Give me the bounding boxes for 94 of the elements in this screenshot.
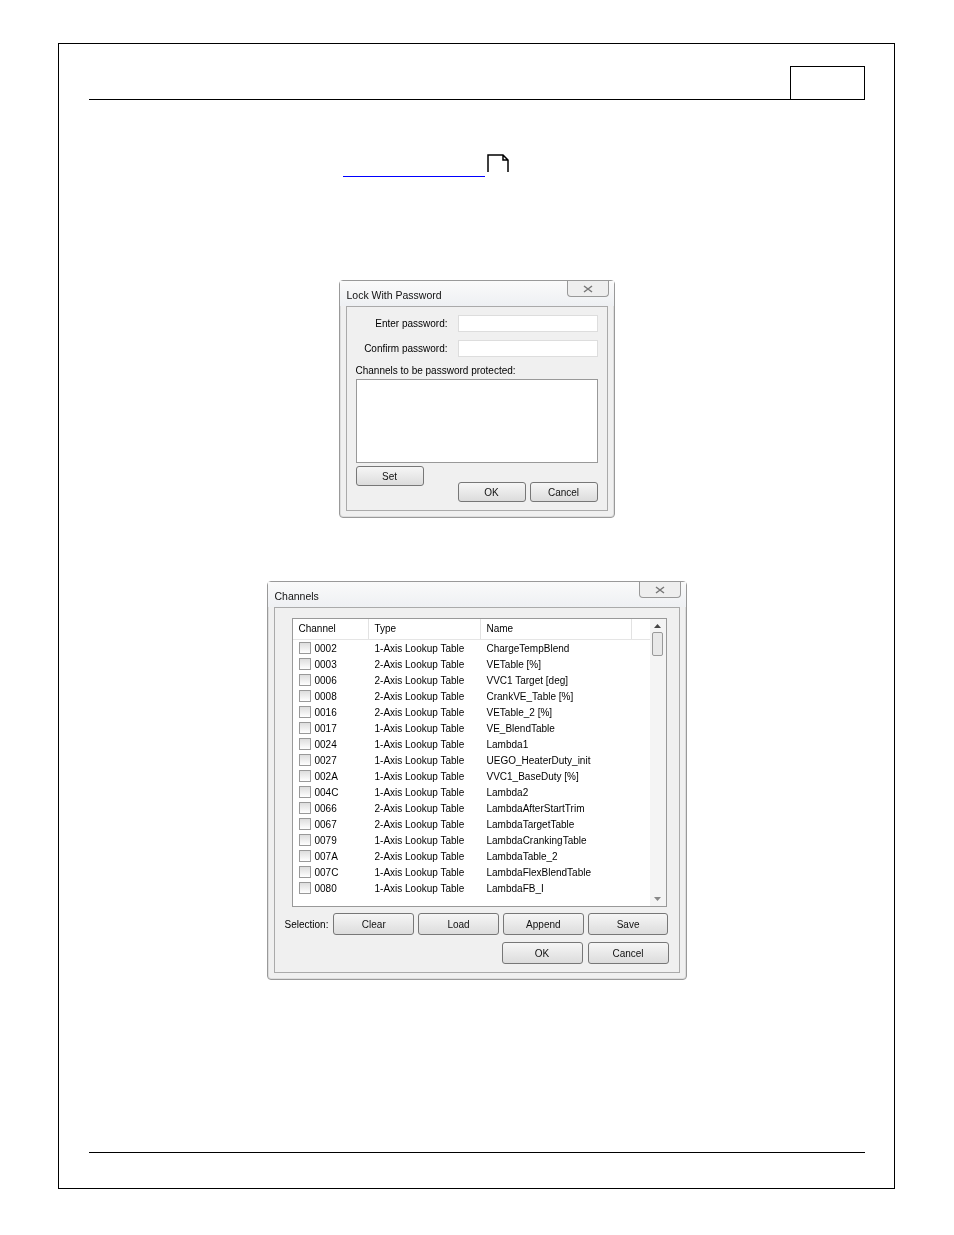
close-icon: [582, 284, 593, 293]
table-cell-text: VETable_2 [%]: [485, 706, 554, 718]
table-cell: 0002: [314, 642, 337, 654]
table-cell-text: Lambda2: [485, 786, 530, 798]
table-cell-text: VVC1_BaseDuty [%]: [485, 770, 580, 782]
table-cell-text: UEGO_HeaterDuty_init: [485, 754, 592, 766]
checkbox[interactable]: [298, 642, 311, 654]
table-cell: 007A: [314, 850, 338, 862]
selection-button[interactable]: Save: [587, 913, 669, 935]
scrollbar[interactable]: [649, 619, 666, 906]
table-cell-text: 1-Axis Lookup Table: [373, 642, 466, 654]
checkbox[interactable]: [298, 738, 311, 750]
table-cell-text: 2-Axis Lookup Table: [373, 674, 466, 686]
table-cell: 0079: [314, 834, 337, 846]
table-cell-text: 1-Axis Lookup Table: [373, 770, 466, 782]
table-cell-text: 1-Axis Lookup Table: [373, 882, 466, 894]
table-cell-text: 1-Axis Lookup Table: [373, 722, 466, 734]
column-header[interactable]: Type: [368, 619, 481, 639]
table-cell-text: 2-Axis Lookup Table: [373, 850, 466, 862]
field-label: Enter password:: [375, 318, 448, 329]
scroll-up-icon: [654, 623, 661, 628]
table-cell-text: LambdaTargetTable: [485, 818, 576, 830]
table-cell: 004C: [314, 786, 339, 798]
selection-button[interactable]: Clear: [333, 913, 415, 935]
checkbox[interactable]: [298, 850, 311, 862]
table-cell: 0066: [314, 802, 337, 814]
close-button[interactable]: [638, 582, 681, 598]
table-cell: 0024: [314, 738, 337, 750]
column-header[interactable]: Channel: [292, 619, 369, 639]
table-cell: 007C: [314, 866, 339, 878]
checkbox[interactable]: [298, 706, 311, 718]
table-cell: 0027: [314, 754, 337, 766]
table-cell: 0017: [314, 722, 337, 734]
cancel-button[interactable]: Cancel: [529, 482, 598, 502]
dialog-title: Lock With Password: [346, 289, 442, 301]
checkbox[interactable]: [298, 690, 311, 702]
checkbox[interactable]: [298, 882, 311, 894]
table-cell-text: LambdaTable_2: [485, 850, 559, 862]
password-field[interactable]: [457, 340, 598, 357]
table-cell-text: VE_BlendTable: [485, 722, 556, 734]
checkbox[interactable]: [298, 754, 311, 766]
table-cell: 0006: [314, 674, 337, 686]
channels-list[interactable]: [355, 379, 598, 463]
table-cell-text: LambdaCrankingTable: [485, 834, 588, 846]
table-cell-text: 1-Axis Lookup Table: [373, 786, 466, 798]
dialog-title: Channels: [274, 590, 319, 602]
ok-button[interactable]: OK: [457, 482, 526, 502]
table-cell-text: 1-Axis Lookup Table: [373, 754, 466, 766]
checkbox[interactable]: [298, 722, 311, 734]
table-cell-text: VVC1 Target [deg]: [485, 674, 570, 686]
checkbox[interactable]: [298, 674, 311, 686]
table-cell-text: CrankVE_Table [%]: [485, 690, 575, 702]
scroll-down-icon: [654, 897, 661, 902]
table-cell-text: 2-Axis Lookup Table: [373, 818, 466, 830]
field-label: Confirm password:: [364, 343, 448, 354]
checkbox[interactable]: [298, 770, 311, 782]
checkbox[interactable]: [298, 818, 311, 830]
scroll-thumb[interactable]: [652, 632, 663, 656]
close-icon: [654, 585, 665, 594]
set-button[interactable]: Set: [355, 466, 424, 486]
checkbox[interactable]: [298, 834, 311, 846]
table-cell-text: 1-Axis Lookup Table: [373, 738, 466, 750]
table-cell: 0016: [314, 706, 337, 718]
close-button[interactable]: [566, 281, 609, 297]
table-cell-text: 2-Axis Lookup Table: [373, 690, 466, 702]
document-icon: [487, 154, 510, 172]
table-cell: 0003: [314, 658, 337, 670]
table-cell: 0080: [314, 882, 337, 894]
table-cell-text: 1-Axis Lookup Table: [373, 866, 466, 878]
password-field[interactable]: [457, 315, 598, 332]
channels-label: Channels to be password protected:: [355, 365, 517, 376]
table-cell-text: 2-Axis Lookup Table: [373, 802, 466, 814]
table-cell-text: Lambda1: [485, 738, 530, 750]
selection-button[interactable]: Load: [418, 913, 499, 935]
selection-label: Selection:: [284, 918, 329, 930]
checkbox[interactable]: [298, 658, 311, 670]
table-cell-text: 2-Axis Lookup Table: [373, 658, 466, 670]
table-cell: 002A: [314, 770, 338, 782]
table-cell-text: VETable [%]: [485, 658, 542, 670]
table-cell-text: 2-Axis Lookup Table: [373, 706, 466, 718]
cancel-button[interactable]: Cancel: [587, 942, 669, 964]
table-cell-text: 1-Axis Lookup Table: [373, 834, 466, 846]
selection-button[interactable]: Append: [502, 913, 584, 935]
checkbox[interactable]: [298, 786, 311, 798]
table-cell-text: LambdaFlexBlendTable: [485, 866, 592, 878]
column-header[interactable]: Name: [480, 619, 632, 639]
table-cell: 0067: [314, 818, 337, 830]
ok-button[interactable]: OK: [501, 942, 583, 964]
checkbox[interactable]: [298, 802, 311, 814]
table-cell-text: LambdaFB_I: [485, 882, 545, 894]
table-cell: 0008: [314, 690, 337, 702]
table-cell-text: LambdaAfterStartTrim: [485, 802, 586, 814]
table-cell-text: ChargeTempBlend: [485, 642, 571, 654]
checkbox[interactable]: [298, 866, 311, 878]
